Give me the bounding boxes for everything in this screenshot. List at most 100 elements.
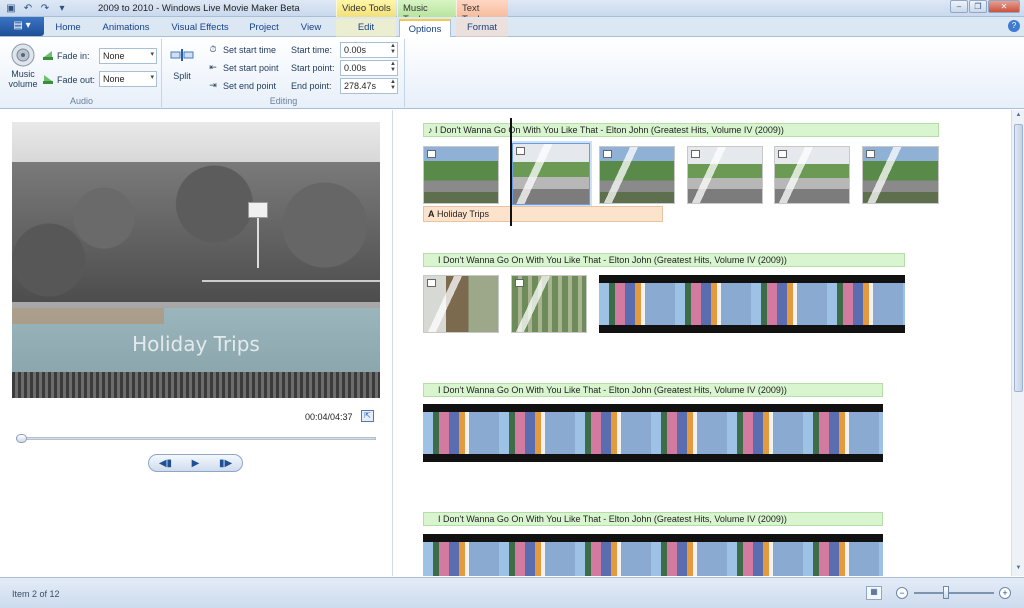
- start-point-value: 0.00s: [344, 63, 367, 73]
- set-start-point-icon: ⇤: [209, 61, 217, 72]
- audio-group: Music volume Fade in: None ▾ Fade out: N…: [2, 39, 162, 107]
- music-volume-button[interactable]: Music volume: [6, 43, 40, 89]
- restore-button[interactable]: ❐: [969, 0, 987, 13]
- fade-in-dropdown[interactable]: None ▾: [99, 48, 157, 64]
- audio-group-label: Audio: [69, 96, 94, 106]
- clip-thumbnail[interactable]: [862, 146, 939, 204]
- fade-in-label: Fade in:: [57, 51, 90, 61]
- split-button[interactable]: Split: [167, 49, 197, 81]
- thumbnail-size-icon[interactable]: ▦: [866, 586, 882, 600]
- music-track-bar[interactable]: ♪ I Don't Wanna Go On With You Like That…: [423, 123, 939, 137]
- clip-thumbnail[interactable]: [599, 146, 675, 204]
- zoom-slider-track[interactable]: [914, 592, 994, 594]
- set-start-time-button[interactable]: Set start time: [223, 45, 276, 55]
- app-menu-button[interactable]: ▤ ▾: [0, 17, 44, 36]
- end-point-field[interactable]: 278.47s ▲ ▼: [340, 78, 398, 94]
- preview-fence: [202, 280, 380, 302]
- set-end-point-button[interactable]: Set end point: [223, 81, 276, 91]
- start-point-field[interactable]: 0.00s ▲ ▼: [340, 60, 398, 76]
- video-clip-filmstrip[interactable]: [423, 404, 883, 462]
- text-caption-icon: A: [428, 209, 435, 219]
- next-frame-icon[interactable]: ▮▶: [219, 458, 232, 469]
- minimize-button[interactable]: –: [950, 0, 968, 13]
- start-time-value: 0.00s: [344, 45, 367, 55]
- fade-in-value: None: [103, 51, 125, 61]
- tab-project[interactable]: Project: [243, 19, 285, 37]
- set-start-point-button[interactable]: Set start point: [223, 63, 279, 73]
- speaker-icon: [11, 43, 35, 67]
- transition-overlay: [512, 276, 586, 332]
- filmstrip-frames: [423, 412, 883, 454]
- tab-format[interactable]: Format: [456, 19, 508, 37]
- scroll-down-icon[interactable]: ▼: [1014, 565, 1023, 574]
- video-clip-filmstrip[interactable]: [423, 534, 883, 576]
- playhead[interactable]: [510, 118, 512, 226]
- tab-animations[interactable]: Animations: [96, 19, 156, 37]
- close-button[interactable]: ✕: [988, 0, 1020, 13]
- fullscreen-icon[interactable]: ⇱: [361, 410, 374, 422]
- caption-track-title: Holiday Trips: [437, 209, 490, 219]
- app-menu-icon: ▤ ▾: [13, 20, 31, 31]
- fade-out-dropdown[interactable]: None ▾: [99, 71, 157, 87]
- end-point-value: 278.47s: [344, 81, 377, 91]
- tab-view[interactable]: View: [294, 19, 328, 37]
- save-icon[interactable]: ▣: [4, 1, 18, 15]
- music-track-bar[interactable]: I Don't Wanna Go On With You Like That -…: [423, 253, 905, 267]
- tab-visual-effects[interactable]: Visual Effects: [166, 19, 234, 37]
- zoom-slider-thumb[interactable]: [943, 586, 949, 599]
- video-clip-filmstrip[interactable]: [599, 275, 905, 333]
- caption-track-bar[interactable]: A Holiday Trips: [423, 206, 663, 222]
- status-bar: Item 2 of 12 ▦ − +: [0, 577, 1024, 608]
- zoom-in-icon[interactable]: +: [999, 587, 1011, 599]
- spinner-arrows-icon[interactable]: ▲ ▼: [390, 43, 396, 55]
- clip-thumbnail-selected[interactable]: [512, 143, 590, 205]
- title-bar: ▣ ↶ ↷ ▾ 2009 to 2010 - Windows Live Movi…: [0, 0, 1024, 25]
- undo-icon[interactable]: ↶: [21, 1, 35, 15]
- help-icon[interactable]: ?: [1008, 20, 1020, 32]
- playback-controls: ◀▮ ▶ ▮▶: [148, 454, 243, 472]
- preview-pane: Holiday Trips 00:04/04:37 ⇱ ◀▮ ▶ ▮▶: [0, 110, 393, 576]
- play-icon[interactable]: ▶: [192, 458, 200, 469]
- clip-thumbnail[interactable]: [774, 146, 850, 204]
- storyboard-scrollbar[interactable]: ▲ ▼: [1011, 110, 1024, 576]
- music-track-bar[interactable]: I Don't Wanna Go On With You Like That -…: [423, 383, 883, 397]
- spinner-arrows-icon[interactable]: ▲ ▼: [390, 79, 396, 91]
- editing-group-label: Editing: [269, 96, 298, 106]
- scrollbar-thumb[interactable]: [1014, 124, 1023, 392]
- transition-overlay: [775, 147, 849, 203]
- transition-overlay: [513, 144, 589, 204]
- seek-thumb[interactable]: [16, 434, 28, 443]
- editing-group: Split ⏱ Set start time ⇤ Set start point…: [163, 39, 405, 107]
- seek-bar[interactable]: [16, 437, 376, 440]
- fade-in-icon: [42, 49, 54, 61]
- filmstrip-frames: [423, 542, 883, 576]
- redo-icon[interactable]: ↷: [38, 1, 52, 15]
- fade-out-label: Fade out:: [57, 75, 96, 85]
- clip-thumbnail[interactable]: [687, 146, 763, 204]
- ribbon-tab-row: ▤ ▾ Home Animations Visual Effects Proje…: [0, 17, 1024, 37]
- preview-caption: Holiday Trips: [132, 332, 260, 356]
- transition-overlay: [863, 147, 938, 203]
- customize-qat-icon[interactable]: ▾: [55, 1, 69, 15]
- zoom-out-icon[interactable]: −: [896, 587, 908, 599]
- context-video-tools: Video Tools: [336, 0, 396, 17]
- tab-home[interactable]: Home: [50, 19, 86, 37]
- clip-thumbnail[interactable]: [423, 146, 499, 204]
- clip-thumbnail[interactable]: [511, 275, 587, 333]
- split-label: Split: [173, 71, 191, 81]
- context-text-tools: Text Tools: [456, 0, 508, 25]
- music-track-bar[interactable]: I Don't Wanna Go On With You Like That -…: [423, 512, 883, 526]
- context-music-tools: Music Tools: [397, 0, 455, 25]
- chevron-down-icon: ▾: [150, 51, 154, 58]
- start-time-field[interactable]: 0.00s ▲ ▼: [340, 42, 398, 58]
- tab-options[interactable]: Options: [399, 19, 451, 37]
- clip-thumbnail[interactable]: [423, 275, 499, 333]
- scroll-up-icon[interactable]: ▲: [1014, 112, 1023, 121]
- spinner-arrows-icon[interactable]: ▲ ▼: [390, 61, 396, 73]
- previous-frame-icon[interactable]: ◀▮: [159, 458, 172, 469]
- window-controls: – ❐ ✕: [950, 0, 1020, 13]
- start-time-label: Start time:: [291, 45, 333, 55]
- window-title: 2009 to 2010 - Windows Live Movie Maker …: [98, 3, 300, 14]
- tab-edit[interactable]: Edit: [336, 19, 396, 37]
- video-preview[interactable]: Holiday Trips: [12, 122, 380, 398]
